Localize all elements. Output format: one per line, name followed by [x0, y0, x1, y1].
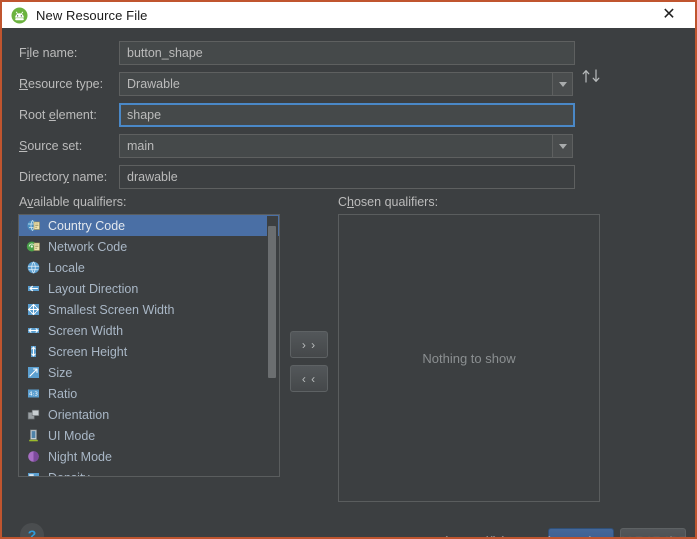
qualifier-list-item[interactable]: Night Mode [19, 446, 279, 467]
layout-direction-icon [26, 281, 41, 296]
root-element-input[interactable]: shape [119, 103, 575, 127]
qualifier-label: Size [48, 365, 73, 380]
qualifier-list-item[interactable]: Screen Height [19, 341, 279, 362]
resource-type-combo[interactable]: Drawable [119, 72, 553, 96]
dialog-body: File name: button_shape Resource type: D… [2, 28, 695, 537]
file-name-input[interactable]: button_shape [119, 41, 575, 65]
chosen-empty-text: Nothing to show [422, 350, 516, 366]
qualifier-list-item[interactable]: Network Code [19, 236, 279, 257]
available-qualifiers-list[interactable]: Country Code Network Code Locale Layout Dir… [18, 214, 280, 477]
qualifier-list-item[interactable]: 4:3 Ratio [19, 383, 279, 404]
screen-height-icon [26, 344, 41, 359]
country-code-icon [26, 218, 41, 233]
ok-button[interactable]: OK [548, 528, 614, 537]
source-set-label: Source set: [19, 139, 83, 153]
chosen-qualifiers-label: Chosen qualifiers: [338, 195, 439, 209]
network-code-icon [26, 239, 41, 254]
source-set-chevron-down-icon[interactable] [552, 134, 573, 158]
source-set-combo[interactable]: main [119, 134, 553, 158]
qualifier-label: Layout Direction [48, 281, 139, 296]
qualifier-label: Country Code [48, 218, 126, 233]
qualifier-label: Screen Height [48, 344, 128, 359]
qualifier-label: Screen Width [48, 323, 124, 338]
window-title: New Resource File [36, 7, 148, 23]
qualifier-list-item[interactable]: UI Mode [19, 425, 279, 446]
qualifier-label: Orientation [48, 407, 110, 422]
qualifier-label: Ratio [48, 386, 78, 401]
remove-qualifier-button[interactable]: ‹ ‹ [290, 365, 328, 392]
qualifier-list-item[interactable]: Density [19, 467, 279, 477]
close-icon[interactable]: ✕ [649, 2, 689, 28]
qualifier-label: Smallest Screen Width [48, 302, 175, 317]
cancel-button[interactable]: Cancel [620, 528, 686, 537]
qualifier-label: UI Mode [48, 428, 96, 443]
qualifier-list-item[interactable]: Size [19, 362, 279, 383]
qualifier-list-item[interactable]: Screen Width [19, 320, 279, 341]
add-qualifier-button[interactable]: › › [290, 331, 328, 358]
screen-width-icon [26, 323, 41, 338]
new-resource-file-dialog: New Resource File ✕ File name: button_sh… [0, 0, 697, 539]
root-element-label: Root element: [19, 108, 97, 122]
directory-name-input[interactable]: drawable [119, 165, 575, 189]
qualifier-label: Density [48, 471, 90, 477]
qualifier-list-item[interactable]: Layout Direction [19, 278, 279, 299]
title-bar: New Resource File ✕ [2, 2, 695, 28]
scrollbar-thumb[interactable] [268, 226, 276, 378]
qualifier-list-item[interactable]: Smallest Screen Width [19, 299, 279, 320]
qualifier-list-item[interactable]: Country Code [19, 215, 279, 236]
sort-up-down-icon[interactable] [580, 67, 604, 85]
svg-text:4:3: 4:3 [29, 392, 38, 398]
size-icon [26, 365, 41, 380]
ratio-icon: 4:3 [26, 386, 41, 401]
file-name-label: File name: [19, 46, 78, 60]
help-button[interactable]: ? [20, 523, 44, 537]
night-mode-icon [26, 449, 41, 464]
density-icon [26, 470, 41, 476]
available-list-scrollbar[interactable] [267, 216, 278, 476]
chosen-qualifiers-list[interactable]: Nothing to show [338, 214, 600, 502]
orientation-icon [26, 407, 41, 422]
directory-name-label: Directory name: [19, 170, 108, 184]
qualifier-label: Network Code [48, 239, 128, 254]
qualifier-list-item[interactable]: Orientation [19, 404, 279, 425]
android-studio-icon [11, 7, 28, 24]
resource-type-label: Resource type: [19, 77, 104, 91]
smallest-screen-width-icon [26, 302, 41, 317]
available-qualifiers-label: Available qualifiers: [19, 195, 127, 209]
ui-mode-icon [26, 428, 41, 443]
qualifier-label: Locale [48, 260, 85, 275]
qualifier-list-item[interactable]: Locale [19, 257, 279, 278]
locale-globe-icon [26, 260, 41, 275]
qualifier-label: Night Mode [48, 449, 112, 464]
resource-type-chevron-down-icon[interactable] [552, 72, 573, 96]
